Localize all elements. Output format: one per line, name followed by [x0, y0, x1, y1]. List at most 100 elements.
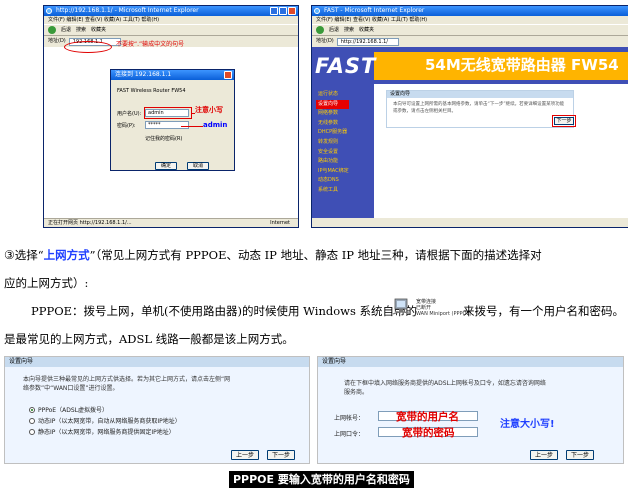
menu-item-dhcp[interactable]: DHCP服务器 [318, 128, 349, 138]
address-label: 地址(D) [48, 38, 66, 44]
next-button[interactable]: 下一步 [267, 450, 295, 460]
account-panel-header: 设置向导 [318, 357, 623, 367]
account-desc-1: 请在下框中填入网络服务商提供的ADSL上网帐号及口令，如遗忘请咨询网络 [344, 380, 546, 387]
mode-desc-2: 络参数”中“WAN口设置”进行设置。 [23, 385, 119, 392]
next-button[interactable]: 下一步 [554, 117, 574, 125]
password-input[interactable]: ***** [145, 121, 189, 129]
arrow-case [191, 113, 195, 114]
admin-note: admin [203, 121, 228, 129]
menu-bar[interactable]: 文件(F) 编辑(E) 查看(V) 收藏(A) 工具(T) 帮助(H) [312, 16, 628, 24]
step-keyword: 上网方式 [43, 248, 90, 262]
figure-caption: PPPOE 要输入宽带的用户名和密码 [229, 471, 414, 488]
toolbar-back[interactable]: 后退 [61, 24, 71, 36]
wizard-text: 本向导可设置上网所需的基本网络参数，请单击“下一步”继续。若要详细设置某项功能或… [393, 102, 565, 114]
ie-title-bar: http://192.168.1.1/ - Microsoft Internet… [44, 6, 298, 16]
mode-panel: 设置向导 本向导提供三种最常见的上网方式供选择。若为其它上网方式，请点击左侧“网… [4, 356, 310, 464]
window-controls [270, 7, 296, 15]
remember-checkbox[interactable]: 记住我的密码(R) [145, 135, 182, 142]
step-text-a: 选择“ [14, 248, 44, 262]
lowercase-note: 注意小写 [195, 106, 223, 114]
arrow-admin [181, 126, 203, 127]
menu-item-routing[interactable]: 路由功能 [318, 157, 349, 167]
toolbar-favorites[interactable]: 收藏夹 [91, 24, 106, 36]
menu-item-status[interactable]: 运行状态 [318, 90, 349, 100]
ok-button[interactable]: 确定 [155, 162, 177, 170]
step-line-2: 应的上网方式）: [4, 276, 89, 290]
login-dialog: 连接到 192.168.1.1 FAST Wireless Router FW5… [110, 69, 235, 171]
address-highlight [64, 41, 112, 53]
ie-icon [314, 8, 320, 14]
mode-panel-body: 本向导提供三种最常见的上网方式供选择。若为其它上网方式，请点击左侧“网 络参数”… [5, 367, 309, 463]
cancel-button[interactable]: 取消 [187, 162, 209, 170]
step-mark: ③ [4, 248, 15, 262]
pppoe-line-2: 是最常见的上网方式，ADSL 线路一般都是该上网方式。 [4, 332, 294, 346]
step-text-c: ”（常见上网方式有 PPPOE、动态 IP 地址、静态 IP 地址三种，请根据下… [89, 248, 542, 262]
account-panel-body: 请在下框中填入网络服务商提供的ADSL上网帐号及口令，如遗忘请咨询网络 服务商。… [318, 367, 623, 463]
maximize-icon[interactable] [279, 7, 287, 15]
router-menu: 运行状态 设置向导 网络参数 无线参数 DHCP服务器 转发规则 安全设置 路由… [316, 90, 349, 196]
wizard-header: 设置向导 [387, 91, 573, 98]
radio-pppoe-label: PPPoE（ADSL虚拟拨号） [38, 407, 108, 414]
login-title-bar: 连接到 192.168.1.1 [111, 70, 234, 80]
menu-item-security[interactable]: 安全设置 [318, 148, 349, 158]
right-screenshot: FAST - Microsoft Internet Explorer 文件(F)… [311, 5, 628, 228]
menu-item-ddns[interactable]: 动态DNS [318, 176, 349, 186]
menu-bar[interactable]: 文件(F) 编辑(E) 查看(V) 收藏(A) 工具(T) 帮助(H) [44, 16, 298, 24]
account-overlay: 宽带的用户名 [396, 411, 459, 423]
dial-up-connection-icon [392, 298, 412, 315]
address-hint: 不要按“.”输成中文的句号 [116, 41, 185, 48]
menu-item-ipmac[interactable]: IP与MAC绑定 [318, 167, 349, 177]
mode-panel-header: 设置向导 [5, 357, 309, 367]
product-title: 54M无线宽带路由器 FW54 [425, 56, 619, 74]
fast-logo: FAST [315, 54, 377, 78]
back-icon[interactable] [48, 26, 56, 34]
toolbar: 后退 搜索 收藏夹 [44, 24, 298, 36]
radio-dot[interactable] [29, 428, 35, 435]
status-text: 正在打开网页 http://192.168.1.1/... [48, 220, 132, 226]
password-label: 密码(P): [117, 123, 136, 129]
close-icon[interactable] [288, 7, 296, 15]
next-button[interactable]: 下一步 [566, 450, 594, 460]
radio-static-label: 静态IP（以太网宽带，网络服务商提供固定IP地址） [38, 429, 175, 436]
step-line-1: ③选择“上网方式”（常见上网方式有 PPPOE、动态 IP 地址、静态 IP 地… [4, 247, 542, 263]
menu-item-tools[interactable]: 系统工具 [318, 186, 349, 196]
ie-title-bar: FAST - Microsoft Internet Explorer [312, 6, 628, 16]
radio-pppoe[interactable]: PPPoE（ADSL虚拟拨号） [29, 405, 108, 414]
login-controls [224, 71, 232, 79]
toolbar-search[interactable]: 搜索 [344, 24, 354, 36]
password-label: 上网口令： [334, 431, 365, 438]
radio-dot[interactable] [29, 417, 35, 424]
case-note: 注意大小写! [500, 419, 555, 430]
address-input[interactable]: http://192.168.1.1/ [336, 37, 399, 46]
toolbar-back[interactable]: 后退 [329, 24, 339, 36]
account-label: 上网帐号： [334, 415, 365, 422]
address-bar: 地址(D) http://192.168.1.1/ [312, 36, 628, 47]
menu-item-wireless[interactable]: 无线参数 [318, 119, 349, 129]
ie-icon [46, 8, 52, 14]
ie-title: FAST - Microsoft Internet Explorer [324, 7, 425, 14]
menu-item-forwarding[interactable]: 转发规则 [318, 138, 349, 148]
radio-static-ip[interactable]: 静态IP（以太网宽带，网络服务商提供固定IP地址） [29, 427, 175, 436]
document-page: http://192.168.1.1/ - Microsoft Internet… [0, 0, 628, 492]
address-label: 地址(D) [316, 38, 334, 44]
login-body: FAST Wireless Router FW54 用户名(U): admin … [111, 80, 234, 170]
wizard-panel: 设置向导 本向导可设置上网所需的基本网络参数，请单击“下一步”继续。若要详细设置… [386, 90, 574, 128]
close-icon[interactable] [224, 71, 232, 79]
radio-dynamic-ip[interactable]: 动态IP（以太网宽带，自动从网络服务商获取IP地址） [29, 416, 181, 425]
radio-dynamic-label: 动态IP（以太网宽带，自动从网络服务商获取IP地址） [38, 418, 181, 425]
account-desc-2: 服务商。 [344, 389, 369, 396]
prev-button[interactable]: 上一步 [530, 450, 558, 460]
pppoe-line-1a: PPPOE：拨号上网，单机(不使用路由器)的时候使用 Windows 系统自带的 [31, 304, 418, 318]
prev-button[interactable]: 上一步 [231, 450, 259, 460]
radio-dot-selected[interactable] [29, 406, 35, 413]
menu-item-wizard[interactable]: 设置向导 [316, 99, 349, 110]
password-overlay: 宽带的密码 [402, 427, 455, 439]
username-label: 用户名(U): [117, 111, 142, 117]
back-icon[interactable] [316, 26, 324, 34]
pppoe-line-1b: 来拨号，有一个用户名和密码。 [463, 304, 624, 318]
toolbar-favorites[interactable]: 收藏夹 [359, 24, 374, 36]
ie-title: http://192.168.1.1/ - Microsoft Internet… [56, 7, 199, 14]
minimize-icon[interactable] [270, 7, 278, 15]
menu-item-network[interactable]: 网络参数 [318, 109, 349, 119]
toolbar-search[interactable]: 搜索 [76, 24, 86, 36]
